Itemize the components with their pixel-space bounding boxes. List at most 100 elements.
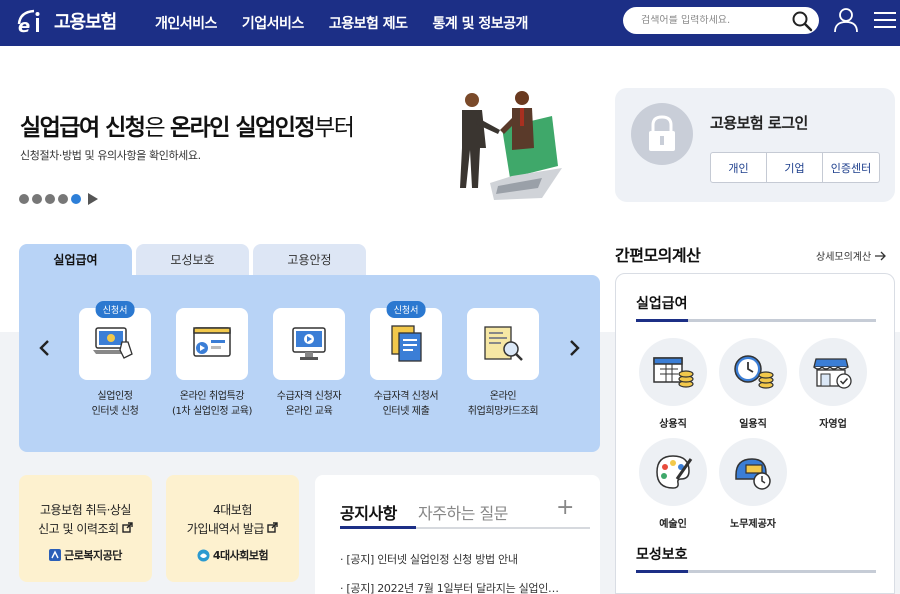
svg-text:e: e bbox=[18, 16, 30, 36]
login-personal-button[interactable]: 개인 bbox=[711, 153, 767, 182]
calc-subsection-line-active bbox=[636, 570, 688, 573]
slide-dot[interactable] bbox=[45, 194, 55, 204]
quick-card-line-text: 신고 및 이력조회 bbox=[38, 522, 119, 536]
tab-notice[interactable]: 공지사항 bbox=[340, 500, 397, 524]
calc-item-regular-worker[interactable]: 상용직 bbox=[639, 338, 707, 430]
hamburger-menu-icon[interactable] bbox=[874, 10, 896, 30]
site-logo[interactable]: e 고용보험 bbox=[14, 6, 117, 36]
notice-item[interactable]: · [공지] 2022년 7월 1일부터 달라지는 실업인… bbox=[340, 580, 559, 594]
chevron-right-icon[interactable] bbox=[564, 338, 584, 358]
nav-item-personal[interactable]: 개인서비스 bbox=[155, 13, 217, 33]
four-insurance-logo-icon bbox=[197, 549, 210, 561]
external-link-icon bbox=[267, 522, 278, 533]
play-icon[interactable] bbox=[88, 193, 98, 205]
calc-item-self-employed[interactable]: 자영업 bbox=[799, 338, 867, 430]
service-icon-box: 신청서 bbox=[370, 301, 442, 380]
quick-card-line: 신고 및 이력조회 bbox=[19, 520, 152, 539]
logo-text: 고용보험 bbox=[54, 12, 117, 33]
documents-icon bbox=[391, 325, 422, 362]
service-item-online-job-lecture[interactable]: 온라인 취업특강 (1차 실업인정 교육) bbox=[172, 308, 252, 419]
calc-subsection-line bbox=[636, 570, 876, 573]
hero-title[interactable]: 실업급여 신청은 온라인 실업인정부터 bbox=[20, 108, 355, 142]
chevron-left-icon[interactable] bbox=[35, 338, 55, 358]
login-button-group: 개인 기업 인증센터 bbox=[710, 152, 880, 183]
hero-title-part: 부터 bbox=[314, 115, 355, 141]
quick-card-line: 4대보험 bbox=[213, 503, 252, 517]
calc-item-daily-worker[interactable]: 일용직 bbox=[719, 338, 787, 430]
service-item-recipient-online-education[interactable]: 수급자격 신청자 온라인 교육 bbox=[273, 308, 345, 419]
card-search-icon bbox=[484, 326, 523, 361]
arrow-right-icon bbox=[875, 251, 887, 260]
tab-employment-stability[interactable]: 고용안정 bbox=[253, 244, 366, 275]
user-icon[interactable] bbox=[833, 7, 859, 33]
calc-icon-circle bbox=[639, 338, 707, 406]
nav-item-business[interactable]: 기업서비스 bbox=[242, 13, 304, 33]
hero-title-part: 은 bbox=[144, 115, 170, 141]
service-label-line: 취업희망카드조회 bbox=[467, 406, 539, 417]
detailed-calc-link[interactable]: 상세모의계산 bbox=[816, 248, 887, 263]
slide-dot[interactable] bbox=[19, 194, 29, 204]
service-icon-box bbox=[176, 308, 248, 380]
calendar-coins-icon bbox=[653, 357, 694, 388]
quick-card-line: 고용보험 취득·상실 bbox=[40, 503, 131, 517]
nav-item-statistics[interactable]: 통계 및 정보공개 bbox=[432, 13, 528, 33]
service-item-online-unemployment-recognition[interactable]: 신청서 실업인정 인터넷 신청 bbox=[79, 301, 151, 419]
calc-item-artist[interactable]: 예술인 bbox=[639, 438, 707, 530]
quick-card-title: 4대보험 가입내역서 발급 bbox=[166, 501, 299, 539]
palette-icon bbox=[656, 455, 693, 489]
calc-item-labor-provider[interactable]: 노무제공자 bbox=[719, 438, 787, 530]
detailed-calc-label: 상세모의계산 bbox=[816, 252, 872, 263]
calc-section-title: 간편모의계산 bbox=[615, 246, 701, 265]
quick-card-org-name: 근로복지공단 bbox=[64, 549, 122, 562]
notice-more-button[interactable]: + bbox=[556, 495, 574, 520]
calc-subsection-line bbox=[636, 319, 876, 322]
login-panel: 고용보험 로그인 개인 기업 인증센터 bbox=[615, 88, 895, 202]
search-icon[interactable] bbox=[791, 10, 813, 32]
tab-maternity[interactable]: 모성보호 bbox=[136, 244, 249, 275]
calc-icon-circle bbox=[719, 338, 787, 406]
slide-indicator bbox=[19, 193, 98, 205]
nav-item-system[interactable]: 고용보험 제도 bbox=[329, 13, 408, 33]
store-icon bbox=[813, 358, 852, 389]
external-link-icon bbox=[122, 522, 133, 533]
application-badge: 신청서 bbox=[386, 301, 426, 318]
notice-panel: 공지사항 자주하는 질문 + · [공지] 인터넷 실업인정 신청 방법 안내 … bbox=[315, 475, 600, 594]
service-item-recipient-application-submit[interactable]: 신청서 수급자격 신청서 인터넷 제출 bbox=[370, 301, 442, 419]
calc-subsection-title: 실업급여 bbox=[636, 296, 688, 312]
quick-card-insurance-report[interactable]: 고용보험 취득·상실 신고 및 이력조회 근로복지공단 bbox=[19, 475, 152, 582]
quick-card-line: 가입내역서 발급 bbox=[166, 520, 299, 539]
service-tabs: 실업급여 모성보호 고용안정 bbox=[19, 244, 366, 275]
notice-item[interactable]: · [공지] 인터넷 실업인정 신청 방법 안내 bbox=[340, 551, 518, 567]
slide-dot[interactable] bbox=[32, 194, 42, 204]
login-business-button[interactable]: 기업 bbox=[767, 153, 823, 182]
quick-card-org: 4대사회보험 bbox=[166, 547, 299, 563]
tab-unemployment-benefit[interactable]: 실업급여 bbox=[19, 244, 132, 275]
calc-item-label: 노무제공자 bbox=[730, 519, 776, 530]
login-title: 고용보험 로그인 bbox=[710, 114, 808, 132]
calc-subsection-line-active bbox=[636, 319, 688, 322]
hero-subtitle: 신청절차·방법 및 유의사항을 확인하세요. bbox=[20, 149, 201, 162]
lock-icon bbox=[631, 103, 693, 165]
quick-card-line-text: 가입내역서 발급 bbox=[186, 522, 265, 536]
quick-card-title: 고용보험 취득·상실 신고 및 이력조회 bbox=[19, 501, 152, 539]
calc-subsection-title: 모성보호 bbox=[636, 547, 688, 563]
notice-item-text: [공지] 인터넷 실업인정 신청 방법 안내 bbox=[346, 553, 518, 566]
slide-dot-active[interactable] bbox=[71, 194, 81, 204]
quick-card-org: 근로복지공단 bbox=[19, 547, 152, 563]
application-badge: 신청서 bbox=[95, 301, 135, 318]
comwel-logo-icon bbox=[49, 549, 62, 561]
login-certificate-button[interactable]: 인증센터 bbox=[823, 153, 879, 182]
quick-card-org-name: 4대사회보험 bbox=[212, 549, 269, 562]
calc-icon-circle bbox=[719, 438, 787, 506]
service-item-job-hope-card-lookup[interactable]: 온라인 취업희망카드조회 bbox=[467, 308, 539, 419]
calc-item-label: 일용직 bbox=[739, 419, 767, 430]
tab-faq[interactable]: 자주하는 질문 bbox=[418, 500, 508, 524]
quick-card-four-insurance-certificate[interactable]: 4대보험 가입내역서 발급 4대사회보험 bbox=[166, 475, 299, 582]
service-icon-box bbox=[273, 308, 345, 380]
service-icon-box: 신청서 bbox=[79, 301, 151, 380]
handshake-laptop-illustration bbox=[460, 91, 562, 200]
monitor-play-icon bbox=[292, 327, 326, 360]
search-input[interactable] bbox=[641, 15, 791, 26]
slide-dot[interactable] bbox=[58, 194, 68, 204]
search-box bbox=[623, 7, 819, 34]
